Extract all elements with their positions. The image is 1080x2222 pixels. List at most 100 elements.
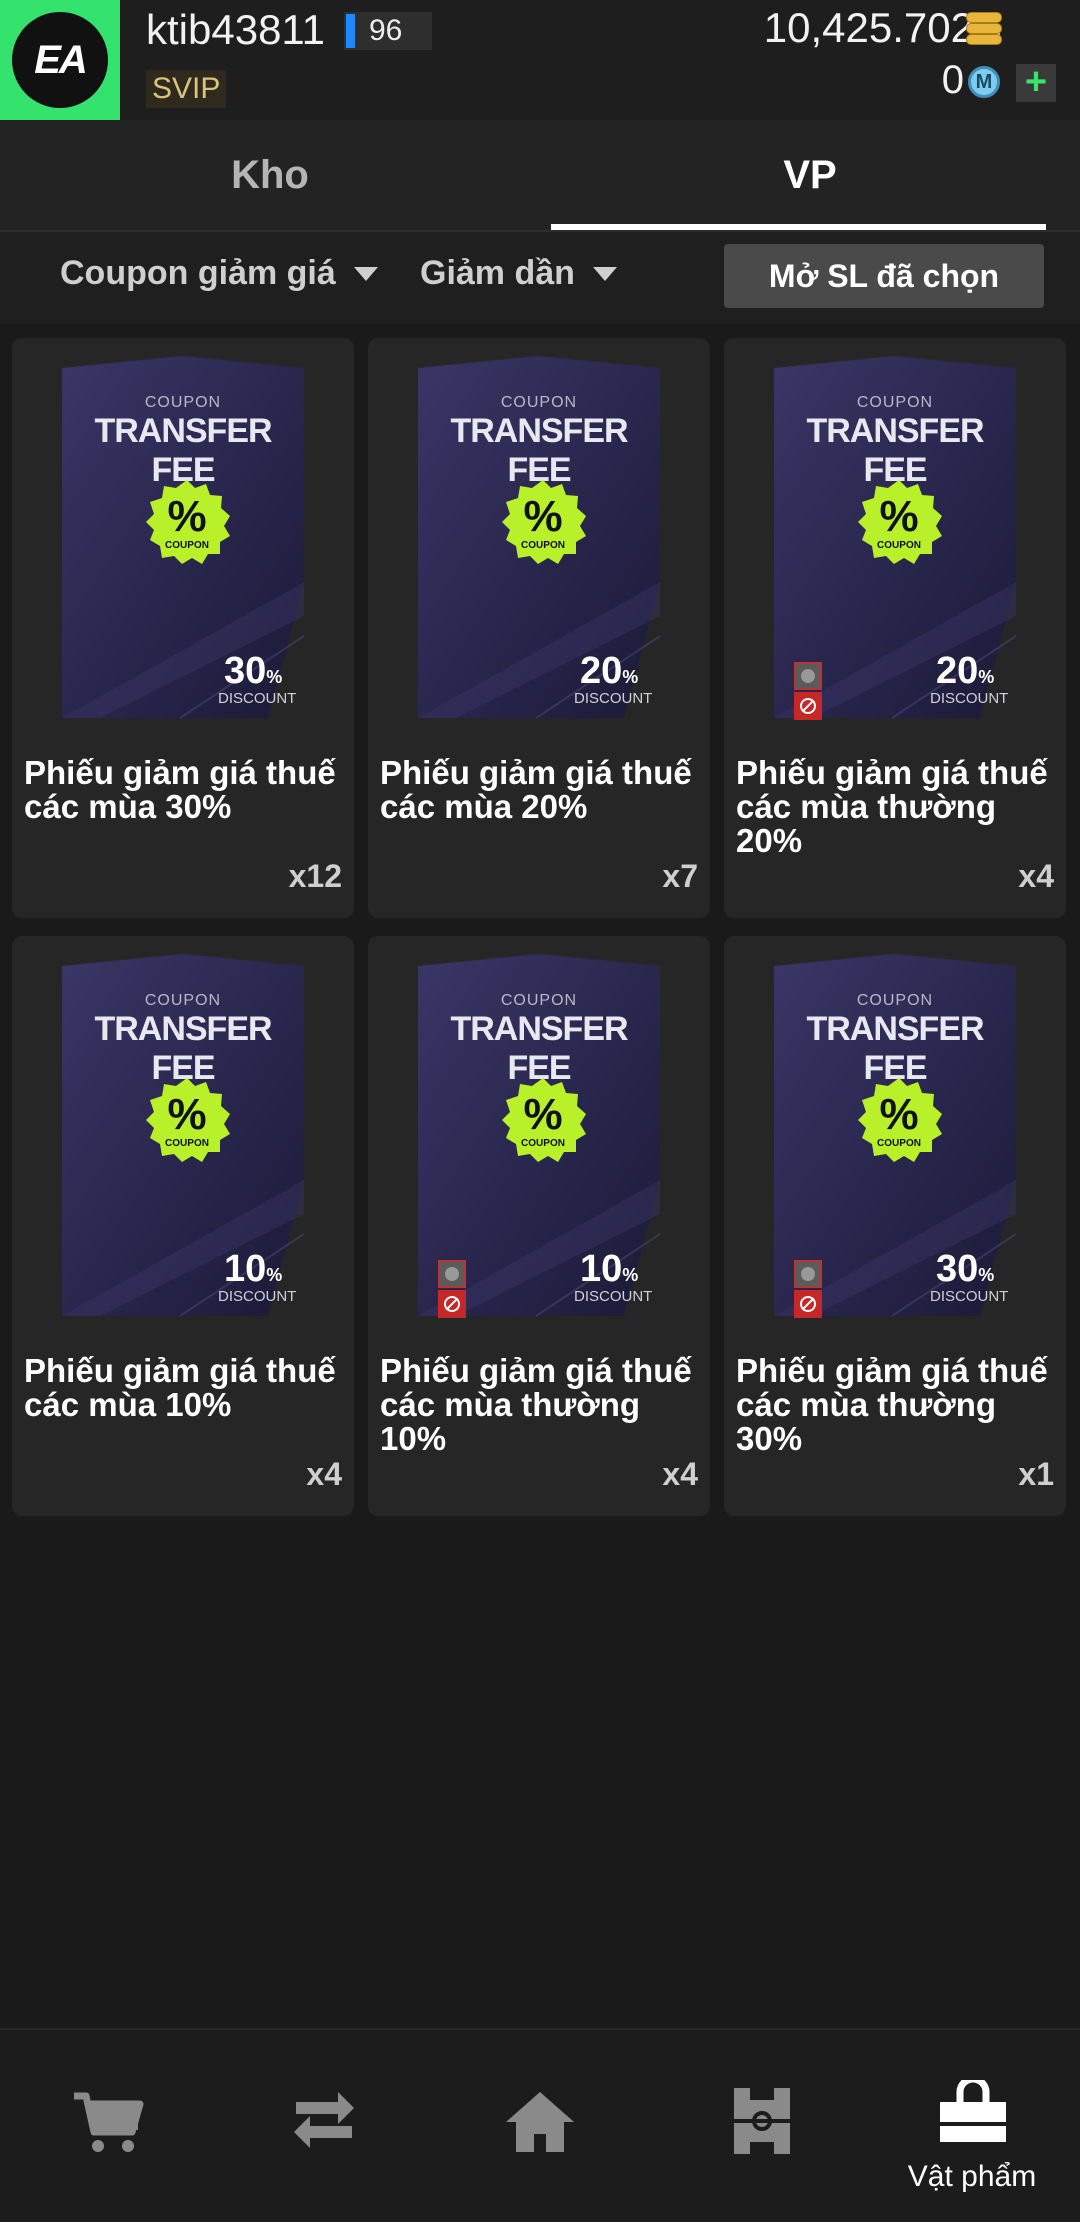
nav-home[interactable] <box>432 2030 648 2222</box>
coupon-image: COUPON TRANSFER FEE% COUPON 30% DISCOUNT <box>772 954 1018 1324</box>
field-icon <box>734 2088 790 2154</box>
percent-symbol: % <box>167 492 207 541</box>
percent-badge-icon: % COUPON <box>142 478 232 568</box>
coupon-item-card[interactable]: COUPON TRANSFER FEE% COUPON 30% DISCOUNT Phiế… <box>12 338 354 918</box>
coupon-image: COUPON TRANSFER FEE% COUPON 20% DISCOUNT <box>416 356 662 726</box>
item-quantity: x7 <box>662 858 698 894</box>
level-badge: 96 <box>344 12 432 50</box>
item-name: Phiếu giảm giá thuế các mùa thường 30% <box>736 1352 1048 1457</box>
percent-badge-icon: % COUPON <box>854 478 944 568</box>
add-currency-button[interactable]: + <box>1016 63 1056 102</box>
chevron-down-icon <box>592 266 617 281</box>
percent-symbol: % <box>879 492 919 541</box>
badge-coupon-text: COUPON <box>165 540 209 551</box>
coupon-item-card[interactable]: COUPON TRANSFER FEE% COUPON 20% DISCOUNT Phiế… <box>724 338 1066 918</box>
restricted-icon <box>794 1260 822 1318</box>
discount-value: 10% <box>580 1248 639 1290</box>
item-name: Phiếu giảm giá thuế các mùa 20% <box>380 754 692 825</box>
badge-coupon-text: COUPON <box>521 540 565 551</box>
discount-percent: 10 <box>224 1248 267 1290</box>
discount-label: DISCOUNT <box>930 690 1009 707</box>
sort-dropdown[interactable]: Giảm dần <box>420 254 617 293</box>
restricted-icon <box>438 1260 466 1318</box>
top-bar: EA ktib43811 96 SVIP 10,425.702B 0 M + <box>0 0 1080 120</box>
coupon-image: COUPON TRANSFER FEE% COUPON 10% DISCOUNT <box>60 954 306 1324</box>
badge-coupon-text: COUPON <box>877 540 921 551</box>
item-quantity: x4 <box>1018 858 1054 894</box>
item-name: Phiếu giảm giá thuế các mùa 10% <box>24 1352 336 1423</box>
item-name: Phiếu giảm giá thuế các mùa thường 10% <box>380 1352 692 1457</box>
item-quantity: x4 <box>662 1456 698 1492</box>
ea-logo-circle: EA <box>12 12 108 108</box>
coupon-item-card[interactable]: COUPON TRANSFER FEE% COUPON 10% DISCOUNT Phiế… <box>368 936 710 1516</box>
discount-label: DISCOUNT <box>218 1288 297 1305</box>
chevron-down-icon <box>353 266 378 281</box>
discount-value: 20% <box>936 650 995 692</box>
discount-label: DISCOUNT <box>574 690 653 707</box>
discount-value: 20% <box>580 650 639 692</box>
coupon-item-card[interactable]: COUPON TRANSFER FEE% COUPON 10% DISCOUNT Phiế… <box>12 936 354 1516</box>
tab-kho[interactable]: Kho <box>0 120 540 230</box>
nav-items-label: Vật phẩm <box>907 2160 1037 2193</box>
nav-transfer[interactable] <box>216 2030 432 2222</box>
m-coin-icon: M <box>968 66 1000 98</box>
percent-badge-icon: % COUPON <box>498 1076 588 1166</box>
coupon-label: COUPON <box>144 394 222 411</box>
discount-percent: 20 <box>580 650 623 692</box>
coupon-image: COUPON TRANSFER FEE% COUPON 10% DISCOUNT <box>416 954 662 1324</box>
discount-value: 10% <box>224 1248 283 1290</box>
discount-label: DISCOUNT <box>218 690 297 707</box>
percent-badge-icon: % COUPON <box>498 478 588 568</box>
badge-coupon-text: COUPON <box>877 1138 921 1149</box>
ea-logo[interactable]: EA <box>0 0 120 120</box>
coupon-item-card[interactable]: COUPON TRANSFER FEE% COUPON 20% DISCOUNT Phiế… <box>368 338 710 918</box>
discount-percent: 30 <box>224 650 267 692</box>
coupon-image: COUPON TRANSFER FEE% COUPON 20% DISCOUNT <box>772 356 1018 726</box>
coupon-label: COUPON <box>144 992 222 1009</box>
ea-logo-text: EA <box>34 37 88 82</box>
restricted-icon <box>794 662 822 720</box>
tab-bar: Kho VP <box>0 120 1080 230</box>
coupon-image: COUPON TRANSFER FEE% COUPON 30% DISCOUNT <box>60 356 306 726</box>
percent-badge-icon: % COUPON <box>142 1076 232 1166</box>
transfer-icon <box>294 2092 354 2148</box>
item-quantity: x4 <box>306 1456 342 1492</box>
coupon-label: COUPON <box>856 394 934 411</box>
badge-coupon-text: COUPON <box>165 1138 209 1149</box>
sort-dropdown-label: Giảm dần <box>420 254 575 292</box>
discount-label: DISCOUNT <box>574 1288 653 1305</box>
bottom-nav: Vật phẩm <box>0 2028 1080 2222</box>
percent-badge-icon: % COUPON <box>854 1076 944 1166</box>
item-name: Phiếu giảm giá thuế các mùa 30% <box>24 754 336 825</box>
discount-label: DISCOUNT <box>930 1288 1009 1305</box>
percent-symbol: % <box>167 1090 207 1139</box>
discount-percent: 30 <box>936 1248 979 1290</box>
category-dropdown-label: Coupon giảm giá <box>60 254 336 292</box>
vip-badge[interactable]: SVIP <box>146 70 227 108</box>
badge-coupon-text: COUPON <box>521 1138 565 1149</box>
level-bar <box>346 14 355 48</box>
discount-value: 30% <box>936 1248 995 1290</box>
item-quantity: x12 <box>288 858 342 894</box>
percent-symbol: % <box>879 1090 919 1139</box>
coupon-label: COUPON <box>500 992 578 1009</box>
coupon-label: COUPON <box>500 394 578 411</box>
nav-items[interactable]: Vật phẩm <box>864 2030 1080 2222</box>
nav-shop[interactable] <box>0 2030 216 2222</box>
percent-symbol: % <box>523 492 563 541</box>
item-quantity: x1 <box>1018 1456 1054 1492</box>
discount-percent: 10 <box>580 1248 623 1290</box>
item-name: Phiếu giảm giá thuế các mùa thường 20% <box>736 754 1048 859</box>
m-coin-balance: 0 <box>941 58 964 102</box>
nav-squad[interactable] <box>648 2030 864 2222</box>
discount-percent: 20 <box>936 650 979 692</box>
username: ktib43811 <box>146 6 326 53</box>
coupon-label: COUPON <box>856 992 934 1009</box>
open-selected-button[interactable]: Mở SL đã chọn <box>724 244 1044 308</box>
filter-bar: Coupon giảm giá Giảm dần Mở SL đã chọn <box>0 230 1080 324</box>
category-dropdown[interactable]: Coupon giảm giá <box>60 254 378 293</box>
discount-value: 30% <box>224 650 283 692</box>
tab-vp[interactable]: VP <box>540 120 1080 230</box>
coupon-item-card[interactable]: COUPON TRANSFER FEE% COUPON 30% DISCOUNT Phiế… <box>724 936 1066 1516</box>
cart-icon <box>74 2092 144 2152</box>
